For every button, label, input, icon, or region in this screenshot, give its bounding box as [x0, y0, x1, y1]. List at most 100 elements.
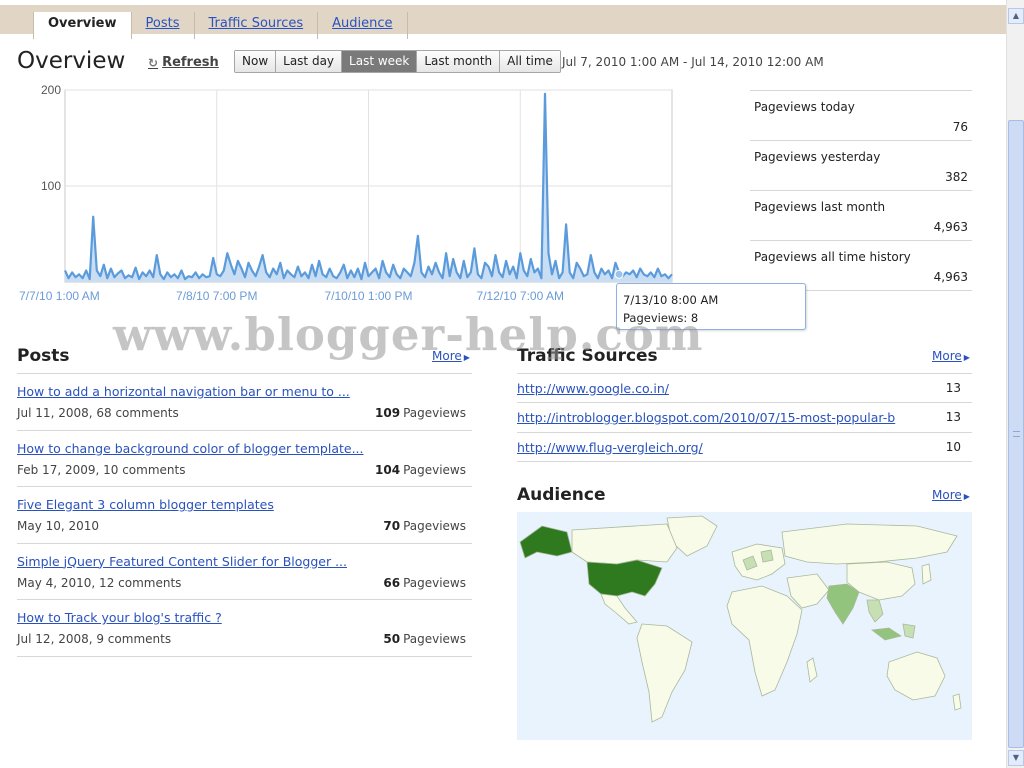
- audience-section-title: Audience: [517, 485, 606, 505]
- posts-section-title: Posts: [17, 346, 70, 366]
- pageviews-label: Pageviews: [403, 462, 466, 477]
- pageview-count: 66: [383, 575, 401, 590]
- map-region: [571, 523, 678, 565]
- post-meta: Jul 11, 2008, 68 comments: [17, 406, 179, 420]
- map-region: [760, 549, 774, 563]
- date-range-label: Jul 7, 2010 1:00 AM - Jul 14, 2010 12:00…: [562, 55, 824, 69]
- pageviews-label: Pageviews: [403, 519, 466, 533]
- map-region: [886, 651, 946, 701]
- pageviews-label: Pageviews: [403, 575, 466, 590]
- referrer-link[interactable]: http://www.google.co.in/: [517, 381, 907, 396]
- post-meta: Jul 12, 2008, 9 comments: [17, 632, 172, 646]
- map-region: [726, 585, 803, 697]
- stat-value: 76: [952, 120, 968, 134]
- post-pageviews: 109 Pageviews: [375, 406, 466, 420]
- range-last-day-button[interactable]: Last day: [276, 51, 343, 72]
- map-region: [902, 623, 916, 639]
- tab-bar: Overview Posts Traffic Sources Audience: [33, 12, 408, 39]
- vertical-scrollbar[interactable]: ▲ ▼: [1006, 0, 1024, 768]
- y-tick-label: 200: [41, 83, 61, 97]
- map-region: [519, 525, 573, 559]
- pageview-count: 50: [383, 632, 401, 646]
- pageview-count: 104: [375, 462, 401, 477]
- post-link[interactable]: Five Elegant 3 column blogger templates: [17, 497, 274, 512]
- x-tick-label: 7/8/10 7:00 PM: [176, 289, 257, 303]
- scroll-down-arrow-icon[interactable]: ▼: [1008, 750, 1024, 766]
- map-region: [870, 627, 902, 641]
- tab-strip: Overview Posts Traffic Sources Audience: [0, 0, 1006, 39]
- list-item: http://introblogger.blogspot.com/2010/07…: [517, 403, 972, 433]
- map-region: [586, 559, 663, 597]
- stat-label: Pageviews all time history: [754, 250, 911, 264]
- map-region: [921, 563, 932, 585]
- pageviews-label: Pageviews: [403, 632, 466, 646]
- post-meta: Feb 17, 2009, 10 comments: [17, 462, 186, 477]
- referrer-count: 13: [945, 410, 961, 425]
- range-last-week-button[interactable]: Last week: [342, 51, 418, 72]
- pageviews-chart[interactable]: 100 200 7/7/10 1:00 AM 7/8/10 7:00 PM 7/10/1…: [15, 82, 680, 307]
- list-item: http://www.google.co.in/ 13: [517, 374, 972, 404]
- arrow-right-icon: ▶: [963, 353, 970, 362]
- post-link[interactable]: How to change background color of blogge…: [17, 441, 364, 456]
- y-tick-label: 100: [41, 179, 61, 193]
- more-label: More: [932, 488, 962, 502]
- x-tick-label: 7/12/10 7:00 AM: [477, 289, 564, 303]
- pageview-stats: Pageviews today 76 Pageviews yesterday 3…: [750, 90, 972, 291]
- stat-value: 4,963: [933, 220, 968, 234]
- stat-value: 382: [945, 170, 968, 184]
- post-link[interactable]: How to add a horizontal navigation bar o…: [17, 384, 350, 399]
- stat-value: 4,963: [933, 270, 968, 284]
- post-meta: May 10, 2010: [17, 519, 100, 533]
- tab-traffic-sources[interactable]: Traffic Sources: [195, 12, 319, 39]
- analytics-page: Overview Posts Traffic Sources Audience …: [0, 0, 1024, 768]
- post-pageviews: 104 Pageviews: [375, 463, 466, 477]
- pageviews-label: Pageviews: [403, 406, 466, 420]
- stat-label: Pageviews yesterday: [754, 150, 881, 164]
- tab-audience[interactable]: Audience: [318, 12, 408, 39]
- more-label: More: [932, 349, 962, 363]
- tab-overview[interactable]: Overview: [33, 12, 132, 39]
- range-last-month-button[interactable]: Last month: [417, 51, 501, 72]
- posts-list: How to add a horizontal navigation bar o…: [17, 373, 472, 657]
- map-region: [826, 583, 860, 625]
- map-region: [806, 657, 818, 683]
- traffic-sources-list: http://www.google.co.in/ 13 http://intro…: [517, 373, 972, 462]
- refresh-link[interactable]: ↻ Refresh: [148, 55, 219, 70]
- page-title: Overview: [17, 48, 126, 74]
- list-item: Simple jQuery Featured Content Slider fo…: [17, 544, 472, 600]
- list-item: How to change background color of blogge…: [17, 431, 472, 487]
- referrer-link[interactable]: http://www.flug-vergleich.org/: [517, 440, 907, 455]
- hover-point: [614, 269, 624, 279]
- scroll-up-arrow-icon[interactable]: ▲: [1008, 8, 1024, 24]
- tooltip-time: 7/13/10 8:00 AM: [623, 293, 719, 307]
- list-item: How to add a horizontal navigation bar o…: [17, 374, 472, 431]
- referrer-count: 13: [945, 381, 961, 395]
- map-region: [636, 623, 693, 723]
- post-pageviews: 50 Pageviews: [383, 632, 466, 646]
- post-pageviews: 66 Pageviews: [383, 576, 466, 590]
- map-region: [781, 523, 958, 565]
- stat-label: Pageviews today: [754, 100, 855, 114]
- list-item: http://www.flug-vergleich.org/ 10: [517, 433, 972, 462]
- pageview-count: 70: [383, 519, 401, 533]
- audience-more-link[interactable]: More ▶: [932, 488, 970, 502]
- tab-posts[interactable]: Posts: [132, 12, 195, 39]
- post-pageviews: 70 Pageviews: [383, 519, 466, 533]
- pageview-count: 109: [375, 406, 401, 420]
- refresh-label: Refresh: [162, 55, 219, 70]
- post-link[interactable]: How to Track your blog's traffic ?: [17, 610, 222, 625]
- audience-world-map[interactable]: [517, 512, 972, 740]
- map-region: [952, 693, 962, 711]
- range-now-button[interactable]: Now: [235, 51, 277, 72]
- post-meta: May 4, 2010, 12 comments: [17, 575, 182, 590]
- scrollbar-thumb[interactable]: [1008, 120, 1024, 748]
- referrer-link[interactable]: http://introblogger.blogspot.com/2010/07…: [517, 410, 907, 425]
- range-all-time-button[interactable]: All time: [500, 51, 560, 72]
- watermark-text: www.blogger-help.com: [113, 308, 704, 361]
- stat-today: Pageviews today 76: [750, 91, 972, 141]
- stat-yesterday: Pageviews yesterday 382: [750, 141, 972, 191]
- post-link[interactable]: Simple jQuery Featured Content Slider fo…: [17, 554, 347, 569]
- traffic-more-link[interactable]: More ▶: [932, 349, 970, 363]
- x-tick-label: 7/10/10 1:00 PM: [324, 289, 412, 303]
- list-item: How to Track your blog's traffic ? Jul 1…: [17, 600, 472, 657]
